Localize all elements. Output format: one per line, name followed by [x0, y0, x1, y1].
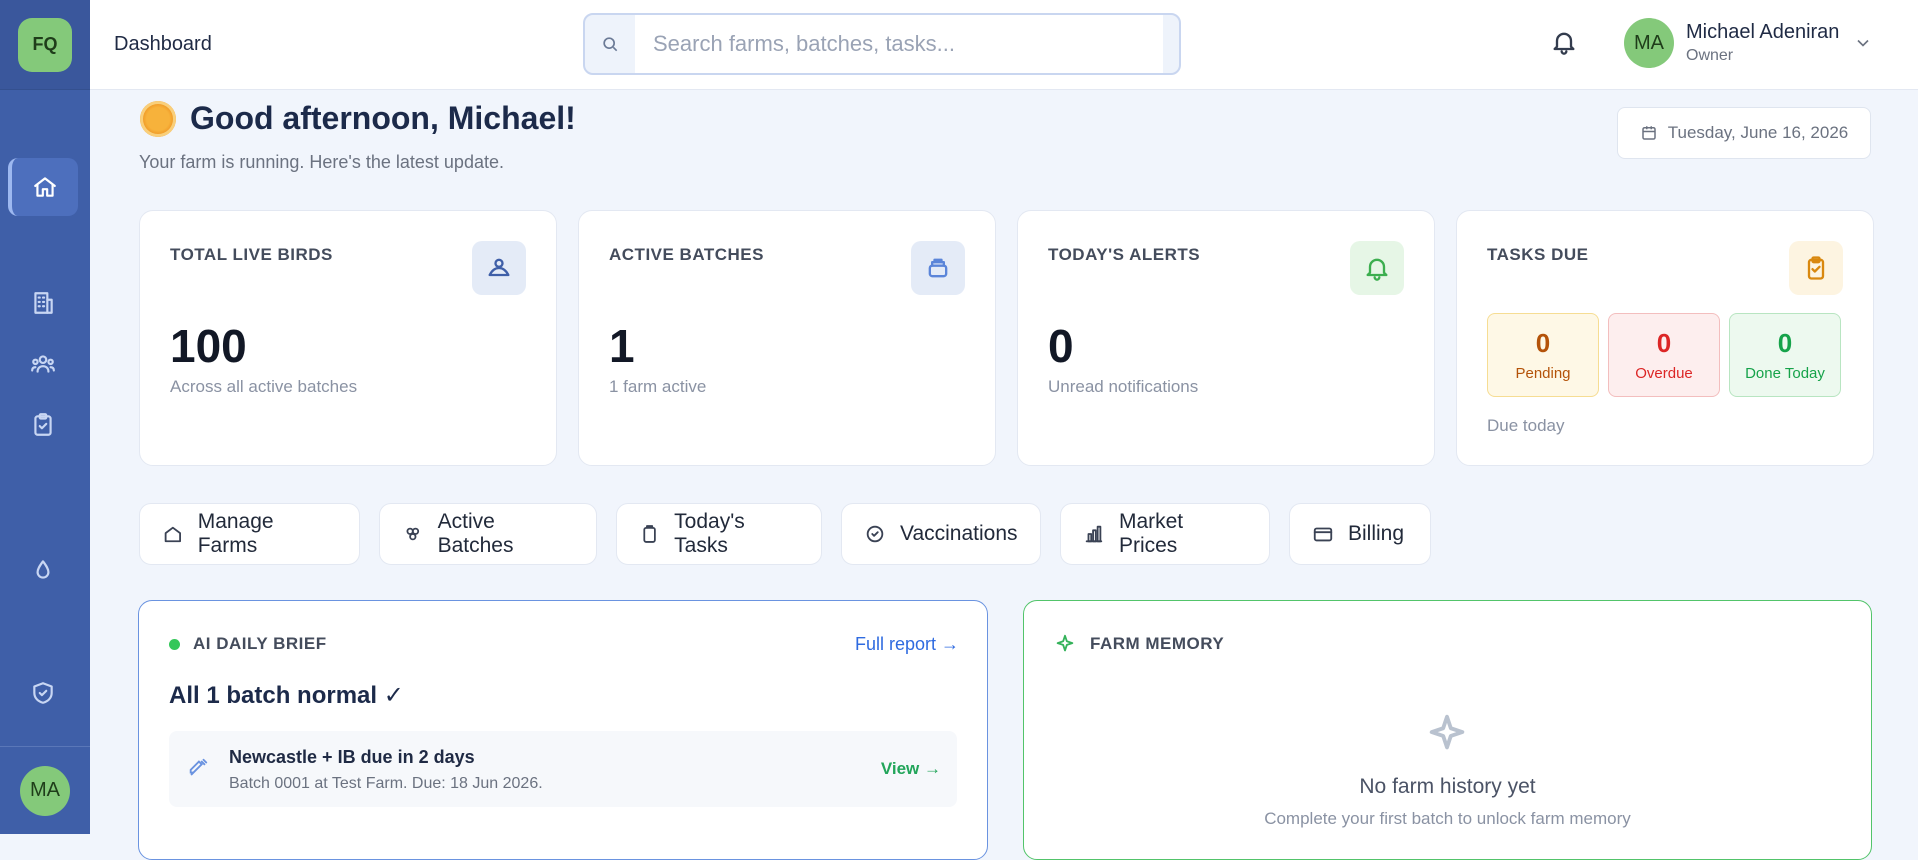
done-count: 0 — [1777, 328, 1793, 358]
stat-subtext: 1 farm active — [609, 377, 707, 396]
timer-icon — [36, 560, 50, 579]
empty-state-title: No farm history yet — [1359, 775, 1536, 798]
search-input[interactable] — [635, 15, 1163, 73]
stat-card-birds[interactable]: TOTAL LIVE BIRDS 100 Across all active b… — [139, 210, 557, 466]
search-bar — [583, 13, 1181, 75]
credit-card-icon — [1313, 527, 1333, 542]
sparkle-icon — [1056, 634, 1074, 652]
sparkle-icon — [1429, 714, 1465, 750]
circles-icon — [406, 527, 420, 541]
tasks-overdue[interactable]: 0 Overdue — [1608, 313, 1720, 397]
quick-action-market-prices[interactable]: Market Prices — [1060, 503, 1270, 565]
ai-daily-brief-panel: AI DAILY BRIEF Full report → All 1 batch… — [138, 600, 988, 860]
sidebar-user-area: MA — [0, 746, 90, 834]
top-header: Dashboard MA Michael Adeniran Owner — [90, 0, 1918, 90]
sidebar-item-timer[interactable] — [8, 541, 78, 599]
quick-action-vaccinations[interactable]: Vaccinations — [841, 503, 1041, 565]
calendar-icon — [1641, 126, 1656, 140]
quick-action-label: Manage Farms — [197, 510, 274, 557]
quick-action-label: Market Prices — [1118, 510, 1184, 557]
stat-card-batches[interactable]: ACTIVE BATCHES 1 1 farm active — [578, 210, 996, 466]
shield-check-icon — [33, 682, 53, 704]
full-report-link[interactable]: Full report → — [855, 634, 959, 655]
quick-action-active-batches[interactable]: Active Batches — [379, 503, 597, 565]
quick-action-label: Billing — [1348, 522, 1405, 545]
empty-state-subtitle: Complete your first batch to unlock farm… — [1264, 809, 1631, 828]
building-icon — [34, 292, 53, 314]
sidebar-item-farms[interactable] — [8, 274, 78, 332]
greeting-subtitle: Your farm is running. Here's the latest … — [139, 152, 504, 172]
avatar: MA — [1624, 18, 1674, 68]
layers-icon — [911, 241, 965, 295]
pending-count: 0 — [1535, 328, 1551, 358]
home-icon — [34, 177, 56, 197]
sidebar-item-team[interactable] — [8, 335, 78, 393]
done-label: Done Today — [1745, 365, 1825, 382]
sidebar-item-health[interactable] — [8, 664, 78, 722]
greeting: Good afternoon, Michael! — [140, 100, 576, 137]
pending-label: Pending — [1515, 365, 1571, 382]
user-info: Michael Adeniran Owner — [1686, 21, 1839, 65]
stat-card-alerts[interactable]: TODAY'S ALERTS 0 Unread notifications — [1017, 210, 1435, 466]
panel-label: FARM MEMORY — [1090, 634, 1225, 653]
bar-chart-icon — [1085, 525, 1103, 543]
chevron-down-icon — [1857, 39, 1870, 47]
sidebar-avatar[interactable]: MA — [20, 765, 70, 816]
quick-action-label: Active Batches — [437, 510, 514, 557]
search-icon — [585, 34, 635, 54]
tasks-pending[interactable]: 0 Pending — [1487, 313, 1599, 397]
quick-action-label: Today's Tasks — [674, 510, 745, 557]
ai-brief-title: All 1 batch normal ✓ — [169, 682, 404, 709]
stat-value: 100 — [170, 320, 247, 372]
alert-title: Newcastle + IB due in 2 days — [229, 747, 475, 767]
quick-action-todays-tasks[interactable]: Today's Tasks — [616, 503, 822, 565]
alert-subtitle: Batch 0001 at Test Farm. Due: 18 Jun 202… — [229, 775, 543, 792]
clipboard-icon — [34, 413, 52, 436]
stat-label: TASKS DUE — [1487, 245, 1589, 264]
sidebar-item-home[interactable] — [8, 158, 78, 216]
bell-icon — [1553, 32, 1575, 55]
overdue-count: 0 — [1656, 328, 1672, 358]
user-name: Michael Adeniran — [1686, 21, 1840, 43]
tasks-done[interactable]: 0 Done Today — [1729, 313, 1841, 397]
sidebar-item-tasks[interactable] — [8, 396, 78, 454]
clipboard-check-icon — [1789, 241, 1843, 295]
clipboard-icon — [643, 525, 656, 543]
quick-action-label: Vaccinations — [900, 522, 1018, 545]
farm-memory-panel: FARM MEMORY No farm history yet Complete… — [1023, 600, 1872, 860]
syringe-icon — [189, 758, 208, 776]
app-logo[interactable]: FQ — [18, 17, 72, 72]
stat-subtext: Unread notifications — [1048, 377, 1199, 396]
stat-subtext: Due today — [1487, 416, 1565, 435]
page-title: Dashboard — [114, 33, 212, 55]
stat-label: TOTAL LIVE BIRDS — [170, 245, 333, 264]
check-circle-icon — [866, 525, 884, 543]
home-icon — [164, 526, 181, 543]
user-menu[interactable]: MA Michael Adeniran Owner — [1624, 18, 1873, 68]
sun-icon — [140, 100, 176, 137]
bell-icon — [1350, 241, 1404, 295]
stat-subtext: Across all active batches — [170, 377, 358, 396]
stat-label: TODAY'S ALERTS — [1048, 245, 1201, 264]
date-text: Tuesday, June 16, 2026 — [1667, 123, 1849, 142]
quick-action-manage-farms[interactable]: Manage Farms — [139, 503, 360, 565]
sidebar-logo-area: FQ — [0, 0, 90, 90]
user-role: Owner — [1686, 47, 1734, 64]
list-item[interactable]: Newcastle + IB due in 2 days Batch 0001 … — [169, 731, 957, 807]
greeting-title: Good afternoon, Michael! — [190, 100, 576, 136]
sidebar: FQ MA — [0, 0, 90, 834]
stat-value: 1 — [609, 320, 635, 372]
stat-value: 0 — [1048, 320, 1074, 372]
stat-label: ACTIVE BATCHES — [609, 245, 764, 264]
view-link[interactable]: View → — [881, 759, 941, 779]
panel-label: AI DAILY BRIEF — [193, 634, 327, 653]
bird-icon — [472, 241, 526, 295]
users-icon — [31, 355, 55, 373]
stat-card-tasks[interactable]: TASKS DUE 0 Pending 0 Overdue 0 Done Tod… — [1456, 210, 1874, 466]
date-display: Tuesday, June 16, 2026 — [1617, 107, 1871, 159]
status-dot — [169, 639, 180, 650]
notifications-button[interactable] — [1550, 28, 1584, 62]
quick-action-billing[interactable]: Billing — [1289, 503, 1431, 565]
overdue-label: Overdue — [1635, 365, 1693, 382]
